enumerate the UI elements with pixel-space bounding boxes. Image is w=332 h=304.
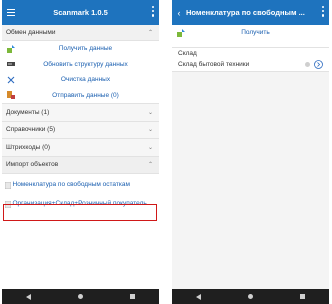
recent-apps-icon[interactable]: [130, 294, 136, 299]
category-documents[interactable]: Документы (1) ⌄: [2, 103, 159, 122]
get-data-label: Получить данные: [58, 45, 113, 53]
update-structure-button[interactable]: Обновить структуру данных: [2, 57, 159, 73]
category-documents-label: Документы (1): [6, 108, 50, 116]
category-import-objects[interactable]: Импорт объектов ⌃: [2, 156, 159, 174]
warehouse-field-value: Склад бытовой техники: [178, 60, 250, 68]
android-nav-bar: [2, 289, 159, 304]
detail-content: Получить Склад Склад бытовой техники: [172, 25, 329, 289]
send-data-button[interactable]: Отправить данные (0): [2, 88, 159, 104]
category-barcodes-label: Штрихкоды (0): [6, 143, 51, 151]
warehouse-field-label: Склад: [178, 50, 197, 57]
chevron-down-icon: ⌄: [147, 127, 153, 134]
android-nav-bar: [172, 289, 329, 304]
category-import-objects-label: Импорт объектов: [6, 161, 59, 169]
document-icon: [5, 182, 11, 189]
detail-title: Номенклатура по свободным ...: [186, 8, 305, 17]
category-references-label: Справочники (5): [6, 126, 56, 134]
get-button[interactable]: Получить: [172, 25, 329, 40]
back-arrow-icon[interactable]: ‹: [172, 0, 186, 25]
detail-screen: ‹ Номенклатура по свободным ... Получить…: [172, 0, 329, 304]
scanner-icon: [7, 60, 15, 68]
back-icon[interactable]: [25, 293, 31, 300]
clear-data-label: Очистка данных: [60, 76, 111, 84]
app-toolbar: Scanmark 1.0.5: [2, 0, 159, 25]
update-structure-label: Обновить структуру данных: [43, 60, 128, 68]
chevron-up-icon: ⌃: [147, 30, 153, 36]
upload-icon: [7, 91, 15, 99]
get-button-label: Получить: [241, 29, 270, 36]
exchange-section-header[interactable]: Обмен данными ⌃: [2, 25, 159, 41]
recent-apps-icon[interactable]: [300, 294, 306, 299]
home-icon[interactable]: [247, 294, 253, 299]
more-options-icon[interactable]: [151, 6, 155, 17]
select-arrow-icon[interactable]: [314, 59, 323, 69]
category-barcodes[interactable]: Штрихкоды (0) ⌄: [2, 139, 159, 157]
highlight-frame: [3, 204, 157, 221]
main-menu-screen: Scanmark 1.0.5 Обмен данными ⌃ Получить …: [2, 0, 159, 304]
clear-data-button[interactable]: Очистка данных: [2, 72, 159, 88]
chevron-up-icon: ⌃: [147, 162, 153, 169]
back-icon[interactable]: [195, 293, 201, 300]
download-icon: [7, 44, 15, 53]
close-icon: [7, 76, 15, 84]
warehouse-field[interactable]: Склад бытовой техники: [172, 57, 329, 72]
download-icon: [177, 28, 185, 37]
home-icon[interactable]: [77, 294, 83, 299]
category-references[interactable]: Справочники (5) ⌄: [2, 121, 159, 139]
get-data-button[interactable]: Получить данные: [2, 41, 159, 57]
main-menu-content: Обмен данными ⌃ Получить данные Обновить…: [2, 25, 159, 289]
import-item-free-stock[interactable]: Номенклатура по свободным остаткам: [2, 181, 159, 189]
clear-field-icon[interactable]: [305, 61, 310, 67]
detail-toolbar: ‹ Номенклатура по свободным ...: [172, 0, 329, 25]
chevron-down-icon: ⌄: [147, 109, 153, 116]
more-options-icon[interactable]: [321, 6, 325, 17]
app-title: Scanmark 1.0.5: [53, 8, 108, 17]
chevron-down-icon: ⌄: [147, 144, 153, 151]
send-data-label: Отправить данные (0): [52, 91, 119, 99]
import-item-free-stock-label: Номенклатура по свободным остаткам: [12, 181, 130, 188]
exchange-section-title: Обмен данными: [6, 29, 56, 36]
